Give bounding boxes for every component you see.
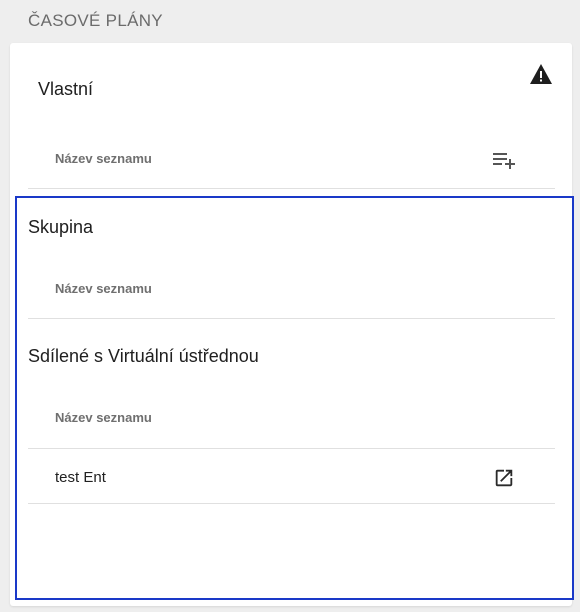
highlight-frame [15,196,574,600]
warning-icon [530,64,552,84]
section-title: ČASOVÉ PLÁNY [28,11,163,30]
playlist-add-icon[interactable] [492,151,518,171]
column-header-list-name: Název seznamu [55,151,152,166]
schedules-page: ČASOVÉ PLÁNY Vlastní Název seznamu Skupi… [0,0,580,612]
divider [28,188,555,189]
group-title-custom: Vlastní [38,79,94,99]
